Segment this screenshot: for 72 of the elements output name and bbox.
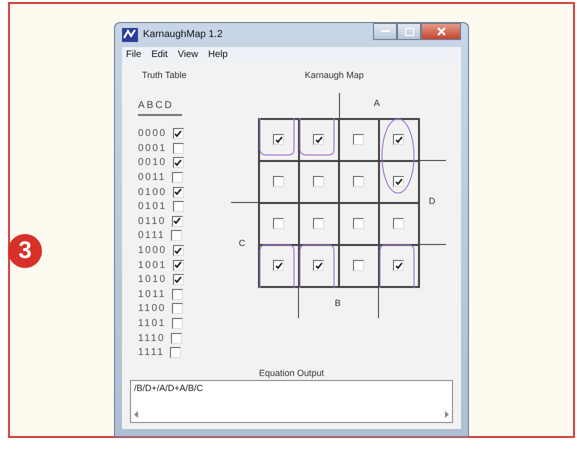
checkbox[interactable] — [172, 303, 183, 314]
close-icon — [436, 27, 446, 36]
checkbox[interactable] — [172, 260, 184, 271]
checkbox[interactable] — [273, 176, 284, 187]
checkbox[interactable] — [313, 260, 324, 271]
close-button[interactable] — [421, 23, 461, 40]
step-badge: 3 — [8, 234, 42, 268]
checkbox[interactable] — [313, 176, 324, 187]
karnaugh-map-title: Karnaugh Map — [304, 70, 364, 80]
checkbox[interactable] — [273, 260, 284, 271]
checkbox[interactable] — [353, 218, 364, 229]
checkbox[interactable] — [172, 245, 184, 256]
checkbox[interactable] — [393, 260, 404, 271]
input-bits: 1110 — [138, 332, 166, 344]
scroll-right-icon[interactable] — [444, 410, 449, 418]
input-bits: 1001 — [138, 260, 167, 271]
menu-item[interactable]: Help — [208, 48, 228, 60]
checkbox[interactable] — [393, 218, 404, 229]
input-bits: 1111 — [138, 347, 164, 358]
variable-label: A — [374, 98, 380, 108]
variable-label: C — [238, 238, 246, 248]
input-bits: 0000 — [138, 128, 167, 140]
checkbox[interactable] — [172, 318, 183, 330]
maximize-button[interactable] — [397, 23, 421, 40]
checkbox[interactable] — [172, 186, 184, 198]
input-bits: 1101 — [138, 318, 166, 330]
input-bits: 0110 — [138, 216, 166, 227]
checkbox[interactable] — [171, 332, 182, 344]
checkbox[interactable] — [313, 218, 324, 229]
checkbox[interactable] — [172, 201, 184, 212]
app-icon — [122, 28, 138, 42]
checkbox[interactable] — [172, 157, 184, 168]
input-bits: 0100 — [138, 186, 167, 198]
checkbox[interactable] — [172, 172, 183, 184]
equation-output-label: Equation Output — [258, 368, 324, 378]
input-bits: 0010 — [138, 157, 167, 168]
checkbox[interactable] — [353, 176, 364, 187]
checkbox[interactable] — [171, 230, 182, 242]
checkbox[interactable] — [172, 288, 183, 300]
input-bits: 0101 — [138, 201, 167, 212]
input-bits: 0111 — [138, 230, 166, 242]
input-bits: 1100 — [138, 303, 166, 314]
checkbox[interactable] — [393, 176, 404, 187]
checkbox[interactable] — [170, 347, 182, 358]
variable-label: D — [428, 196, 436, 206]
checkbox[interactable] — [273, 134, 284, 145]
variable-label: B — [334, 298, 341, 308]
checkbox[interactable] — [172, 274, 184, 286]
checkbox[interactable] — [393, 134, 404, 145]
window-title: KarnaughMap 1.2 — [143, 29, 223, 40]
menu-item[interactable]: File — [126, 48, 142, 60]
menu-item[interactable]: View — [178, 48, 198, 60]
checkbox[interactable] — [353, 134, 364, 145]
input-bits: 0011 — [138, 172, 166, 184]
checkbox[interactable] — [273, 218, 284, 229]
equation-output-field[interactable]: /B/D+/A/D+A/B/C — [130, 380, 453, 423]
maximize-icon — [404, 28, 414, 36]
checkbox[interactable] — [172, 216, 183, 227]
checkbox[interactable] — [313, 134, 324, 145]
checkbox[interactable] — [172, 128, 184, 140]
checkbox[interactable] — [172, 142, 184, 154]
minimize-icon — [380, 30, 390, 33]
input-bits: 0001 — [138, 142, 167, 154]
scroll-left-icon[interactable] — [134, 410, 139, 418]
input-bits: 1010 — [138, 274, 167, 286]
menu-item[interactable]: Edit — [151, 48, 168, 60]
minimize-button[interactable] — [373, 23, 397, 40]
input-bits: 1000 — [138, 245, 167, 256]
column-header: ABCD — [138, 100, 182, 116]
checkbox[interactable] — [353, 260, 364, 271]
input-bits: 1011 — [138, 288, 166, 300]
truth-table-title: Truth Table — [142, 70, 187, 80]
